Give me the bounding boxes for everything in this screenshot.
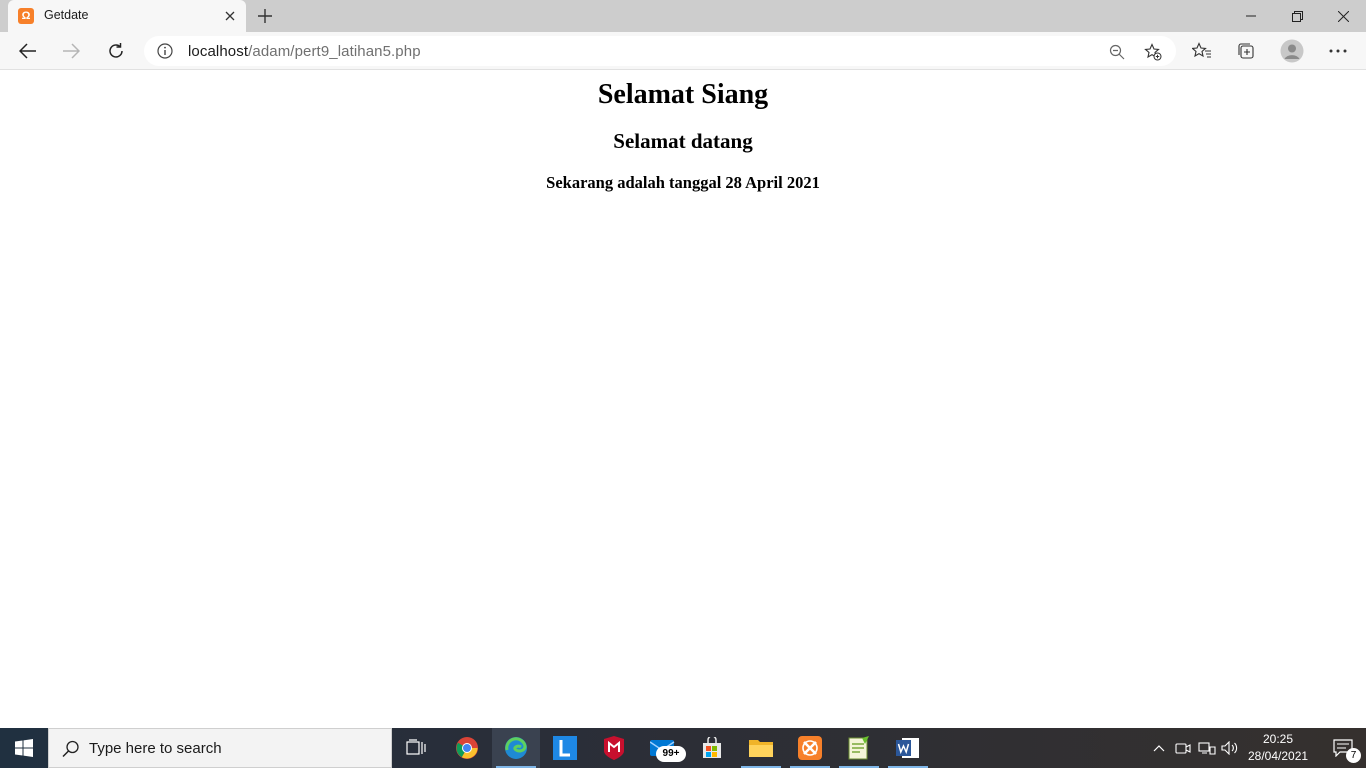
- windows-start-icon[interactable]: [0, 728, 48, 768]
- web-page: Selamat Siang Selamat datang Sekarang ad…: [0, 71, 1366, 728]
- volume-icon[interactable]: [1220, 738, 1240, 758]
- new-tab-icon[interactable]: [253, 4, 277, 28]
- xampp-favicon-icon: Ω: [18, 8, 34, 24]
- refresh-icon[interactable]: [100, 35, 132, 67]
- favorites-icon[interactable]: [1186, 35, 1218, 67]
- mail-badge: 99+: [656, 746, 686, 762]
- chrome-icon[interactable]: [443, 728, 491, 768]
- close-window-icon[interactable]: [1320, 0, 1366, 32]
- site-info-icon[interactable]: [156, 42, 174, 60]
- clock-time: 20:25: [1262, 732, 1294, 746]
- url-path: /adam/pert9_latihan5.php: [248, 43, 421, 60]
- profile-avatar-icon[interactable]: [1276, 35, 1308, 67]
- minimize-icon[interactable]: [1228, 0, 1274, 32]
- notifications-icon[interactable]: 7: [1320, 728, 1366, 768]
- taskbar-search-box[interactable]: Type here to search: [48, 728, 392, 768]
- edge-icon[interactable]: [492, 728, 540, 768]
- forward-icon[interactable]: [55, 35, 87, 67]
- collections-icon[interactable]: [1230, 35, 1262, 67]
- show-hidden-icons-icon[interactable]: [1149, 738, 1169, 758]
- date-heading: Sekarang adalah tanggal 28 April 2021: [546, 173, 820, 192]
- notepad-plus-plus-icon[interactable]: [835, 728, 883, 768]
- back-icon[interactable]: [12, 35, 44, 67]
- search-icon: [61, 739, 81, 759]
- tab-strip: Ω Getdate: [0, 0, 1366, 32]
- tab-close-icon[interactable]: [220, 6, 240, 26]
- search-placeholder: Type here to search: [89, 740, 222, 757]
- add-favorite-icon[interactable]: [1142, 41, 1164, 63]
- url-text[interactable]: localhost/adam/pert9_latihan5.php: [188, 43, 421, 60]
- xampp-icon[interactable]: [786, 728, 834, 768]
- greeting-heading: Selamat Siang: [597, 79, 769, 110]
- address-bar[interactable]: localhost/adam/pert9_latihan5.php: [144, 36, 1176, 66]
- browser-toolbar: localhost/adam/pert9_latihan5.php: [0, 32, 1366, 70]
- restore-icon[interactable]: [1274, 0, 1320, 32]
- notification-count: 7: [1346, 748, 1361, 763]
- file-explorer-icon[interactable]: [737, 728, 785, 768]
- store-icon[interactable]: [688, 728, 736, 768]
- url-host: localhost: [188, 43, 249, 60]
- taskbar-clock[interactable]: 20:25 28/04/2021: [1248, 731, 1308, 765]
- more-options-icon[interactable]: [1322, 35, 1354, 67]
- welcome-heading: Selamat datang: [613, 129, 753, 153]
- tab-title: Getdate: [44, 8, 89, 22]
- clock-date: 28/04/2021: [1248, 749, 1309, 763]
- word-icon[interactable]: [884, 728, 932, 768]
- task-view-icon[interactable]: [392, 728, 440, 768]
- zoom-out-icon[interactable]: [1106, 41, 1128, 63]
- browser-tab[interactable]: Ω Getdate: [8, 0, 246, 32]
- learning-app-icon[interactable]: [541, 728, 589, 768]
- taskbar: Type here to search 99+ 20:25 28/04/2021…: [0, 728, 1366, 768]
- mcafee-icon[interactable]: [590, 728, 638, 768]
- meet-now-icon[interactable]: [1173, 738, 1193, 758]
- network-icon[interactable]: [1197, 738, 1217, 758]
